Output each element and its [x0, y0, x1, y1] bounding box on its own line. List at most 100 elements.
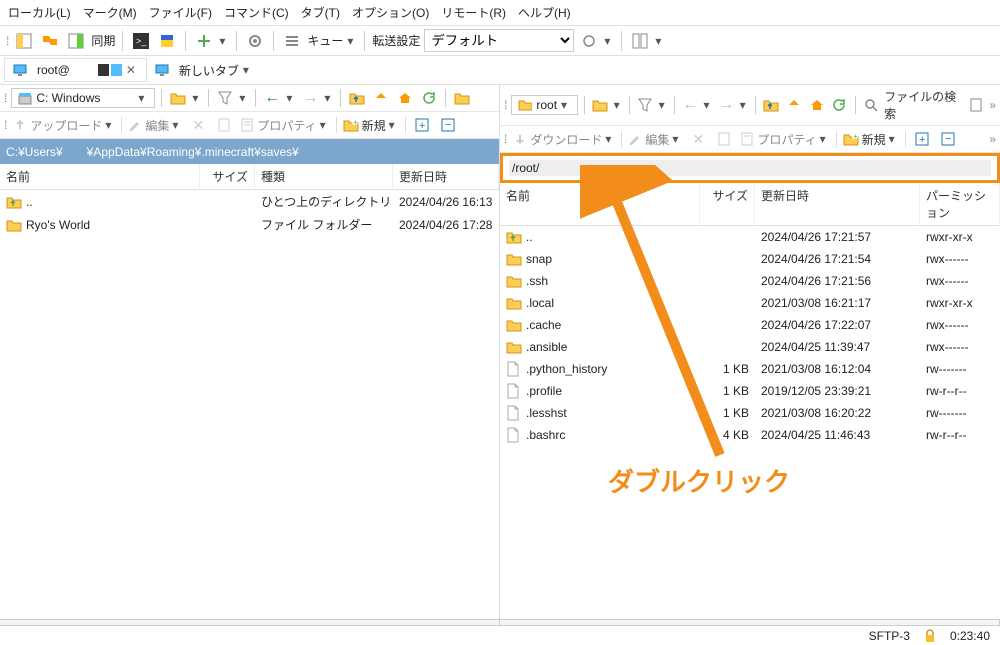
list-item[interactable]: .bashrc4 KB2024/04/25 11:46:43rw-r--r-- [500, 424, 1000, 446]
queue-button[interactable]: キュー [307, 32, 343, 49]
back-icon[interactable]: ← [681, 95, 700, 115]
col-name[interactable]: 名前 [0, 164, 200, 189]
menu-mark[interactable]: マーク(M) [83, 4, 137, 21]
edit-button[interactable]: 編集▾ [128, 117, 182, 134]
search-button[interactable]: ファイルの検索 [884, 88, 962, 122]
download-button[interactable]: ダウンロード▾ [513, 131, 615, 148]
svg-text:+: + [919, 134, 925, 146]
list-item[interactable]: .ssh2024/04/26 17:21:56rwx------ [500, 270, 1000, 292]
col-size[interactable]: サイズ [200, 164, 255, 189]
tab-active[interactable]: root@ ✕ [4, 58, 147, 82]
local-filelist[interactable]: ..ひとつ上のディレクトリ2024/04/26 16:13Ryo's World… [0, 190, 499, 619]
elapsed-time: 0:23:40 [950, 629, 990, 643]
folder-icon [506, 339, 522, 355]
back-icon[interactable]: ← [262, 88, 282, 108]
upload-button[interactable]: アップロード▾ [13, 117, 115, 134]
new-button[interactable]: +新規▾ [343, 117, 399, 134]
sync-compare-icon[interactable] [39, 30, 61, 52]
filter-icon[interactable] [636, 95, 655, 115]
folder-icon [506, 295, 522, 311]
list-item[interactable]: .python_history1 KB2021/03/08 16:12:04rw… [500, 358, 1000, 380]
parent-dir-icon[interactable] [762, 95, 781, 115]
list-item[interactable]: .local2021/03/08 16:21:17rwxr-xr-x [500, 292, 1000, 314]
col-date[interactable]: 更新日時 [755, 183, 920, 225]
col-type[interactable]: 種類 [255, 164, 393, 189]
remote-filelist[interactable]: ..2024/04/26 17:21:57rwxr-xr-xsnap2024/0… [500, 226, 1000, 619]
new-button[interactable]: +新規▾ [843, 131, 899, 148]
panel-right-icon[interactable] [65, 30, 87, 52]
remote-path[interactable]: /root/ [500, 153, 1000, 183]
list-item[interactable]: Ryo's Worldファイル フォルダー2024/04/26 17:28 [0, 213, 499, 236]
footer: SFTP-3 0:23:40 [0, 625, 1000, 645]
svg-text:>_: >_ [136, 36, 147, 46]
close-icon[interactable]: ✕ [126, 63, 138, 77]
plus-box-icon[interactable]: + [912, 129, 932, 149]
folder-icon [506, 273, 522, 289]
home-icon[interactable] [395, 88, 415, 108]
transfer-settings-icon[interactable] [578, 30, 600, 52]
console-icon[interactable]: >_ [130, 30, 152, 52]
list-item[interactable]: .profile1 KB2019/12/05 23:39:21rw-r--r-- [500, 380, 1000, 402]
bookmark-icon[interactable] [967, 95, 986, 115]
menu-file[interactable]: ファイル(F) [149, 4, 212, 21]
list-item[interactable]: .lesshst1 KB2021/03/08 16:20:22rw------- [500, 402, 1000, 424]
col-size[interactable]: サイズ [700, 183, 755, 225]
col-perm[interactable]: パーミッション [920, 183, 1000, 225]
search-icon[interactable] [861, 95, 880, 115]
menu-option[interactable]: オプション(O) [352, 4, 429, 21]
transfer-select[interactable]: デフォルト [424, 29, 574, 52]
local-disk-selector[interactable]: C: Windows ▾ [11, 88, 155, 108]
gear-icon[interactable] [244, 30, 266, 52]
forward-icon[interactable]: → [300, 88, 320, 108]
queue-icon[interactable] [281, 30, 303, 52]
list-item[interactable]: ..ひとつ上のディレクトリ2024/04/26 16:13 [0, 190, 499, 213]
properties-button[interactable]: プロパティ▾ [240, 117, 329, 134]
props-icon[interactable] [714, 129, 734, 149]
menu-command[interactable]: コマンド(C) [224, 4, 289, 21]
session-tabs: root@ ✕ 新しいタブ ▾ [0, 56, 1000, 85]
file-icon [506, 427, 522, 443]
list-item[interactable]: .cache2024/04/26 17:22:07rwx------ [500, 314, 1000, 336]
add-icon[interactable] [193, 30, 215, 52]
list-item[interactable]: snap2024/04/26 17:21:54rwx------ [500, 248, 1000, 270]
newtab-button[interactable]: 新しいタブ ▾ [149, 59, 259, 82]
minus-box-icon[interactable]: − [438, 115, 458, 135]
up-icon [6, 194, 22, 210]
local-path[interactable]: C:¥Users¥ ¥AppData¥Roaming¥.minecraft¥sa… [0, 139, 499, 164]
putty-icon[interactable] [156, 30, 178, 52]
minus-box-icon[interactable]: − [938, 129, 958, 149]
home-icon[interactable] [807, 95, 826, 115]
list-item[interactable]: .ansible2024/04/25 11:39:47rwx------ [500, 336, 1000, 358]
menu-tab[interactable]: タブ(T) [301, 4, 340, 21]
panel-left-icon[interactable] [13, 30, 35, 52]
list-item[interactable]: ..2024/04/26 17:21:57rwxr-xr-x [500, 226, 1000, 248]
filter-icon[interactable] [215, 88, 235, 108]
menubar: ローカル(L) マーク(M) ファイル(F) コマンド(C) タブ(T) オプシ… [0, 0, 1000, 26]
forward-icon[interactable]: → [717, 95, 736, 115]
menu-help[interactable]: ヘルプ(H) [518, 4, 571, 21]
properties-button[interactable]: プロパティ▾ [740, 131, 829, 148]
props-icon[interactable] [214, 115, 234, 135]
folder-open-icon[interactable] [168, 88, 188, 108]
main-toolbar: ⁞ 同期 >_ ▾ キュー ▾ 転送設定 デフォルト ▾ ▾ [0, 26, 1000, 56]
delete-icon[interactable]: ✕ [688, 129, 708, 149]
root-dir-icon[interactable] [371, 88, 391, 108]
col-name[interactable]: 名前 [500, 183, 700, 225]
parent-dir-icon[interactable] [347, 88, 367, 108]
edit-button[interactable]: 編集▾ [628, 131, 682, 148]
layout-icon[interactable] [629, 30, 651, 52]
remote-actionbar: ⁞ ダウンロード▾ 編集▾ ✕ プロパティ▾ +新規▾ + − » [500, 126, 1000, 153]
folder-open-icon[interactable] [591, 95, 610, 115]
sync-button[interactable]: 同期 [91, 32, 115, 49]
refresh-icon[interactable] [830, 95, 849, 115]
remote-disk-selector[interactable]: root ▾ [511, 95, 578, 115]
plus-box-icon[interactable]: + [412, 115, 432, 135]
col-date[interactable]: 更新日時 [393, 164, 499, 189]
file-icon [506, 405, 522, 421]
root-dir-icon[interactable] [785, 95, 804, 115]
bookmark-icon[interactable] [452, 88, 472, 108]
refresh-icon[interactable] [419, 88, 439, 108]
menu-remote[interactable]: リモート(R) [441, 4, 506, 21]
delete-icon[interactable]: ✕ [188, 115, 208, 135]
menu-local[interactable]: ローカル(L) [8, 4, 71, 21]
